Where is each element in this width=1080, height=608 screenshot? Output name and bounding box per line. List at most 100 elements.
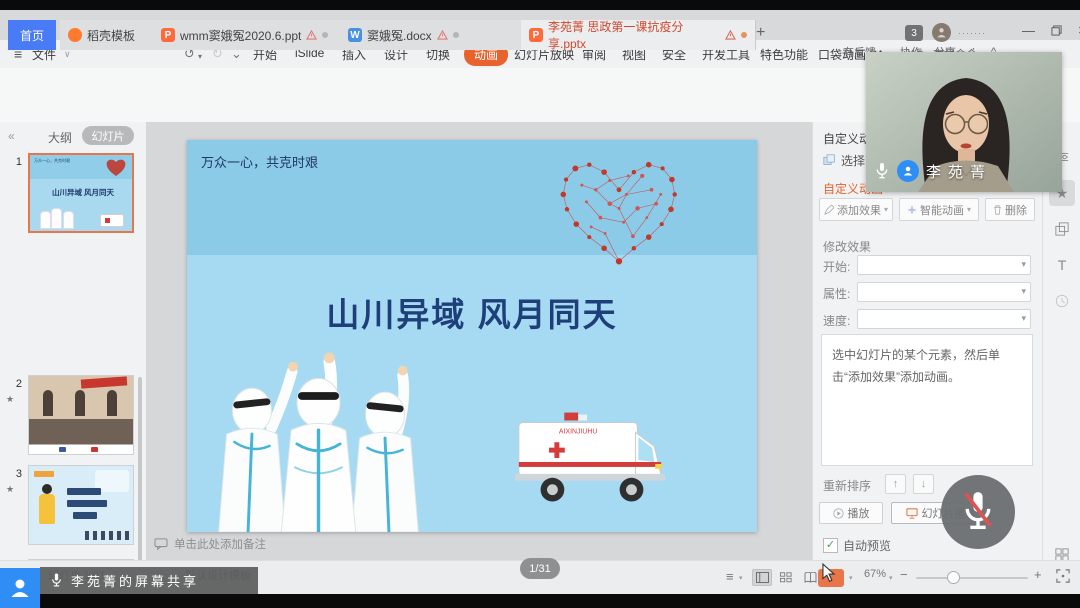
slide-number: 3 (8, 468, 22, 480)
document-count-badge[interactable]: 3 (905, 25, 923, 41)
mic-on-icon (874, 161, 890, 181)
play-dropdown-icon[interactable]: ▾ (849, 574, 853, 582)
dropdown-icon: ▾ (884, 205, 888, 214)
start-dropdown[interactable]: ▾ (857, 255, 1031, 275)
play-icon (833, 508, 844, 519)
file-caret-icon[interactable]: ∨ (64, 49, 71, 60)
modify-effect-label: 修改效果 (823, 238, 871, 255)
slide-thumbnail-3[interactable] (28, 465, 134, 545)
property-dropdown[interactable]: ▾ (857, 282, 1031, 302)
selection-tool[interactable] (1049, 216, 1075, 242)
heart-icon (104, 158, 128, 178)
animation-star-icon: ★ (6, 394, 14, 405)
tab-document-3-active[interactable]: P 李苑菁 思政第一课抗疫分享.pptx (521, 20, 756, 50)
slide-thumbnail-2[interactable] (28, 375, 134, 455)
tab-outline[interactable]: 大纲 (48, 129, 72, 146)
sparkle-icon (907, 205, 917, 215)
tab-document-1[interactable]: P wmm窦娥冤2020.6.ppt (153, 20, 342, 50)
slide-title[interactable]: 山川异域 风月同天 (187, 288, 757, 336)
reading-view-button[interactable] (800, 569, 820, 586)
screen-share-banner[interactable]: 李苑菁的屏幕共享 (40, 567, 258, 594)
play-button[interactable]: 播放 (819, 502, 883, 524)
zoom-dropdown-icon[interactable]: ▾ (889, 574, 893, 582)
tab-document-2[interactable]: W 窦娥冤.docx (340, 20, 523, 50)
participant-webcam[interactable]: 李苑菁 (866, 52, 1062, 192)
person-icon (8, 576, 32, 600)
ppt-file-icon: P (529, 28, 543, 42)
dropdown-icon[interactable]: ▾ (739, 574, 743, 582)
pencil-icon (824, 205, 834, 215)
thumbnail-photo-art (29, 376, 133, 454)
notes-toggle-icon[interactable]: ≡ (726, 569, 734, 584)
new-tab-button[interactable]: + (756, 24, 765, 42)
dropdown-icon: ▾ (967, 205, 971, 214)
network-heart-graphic[interactable] (539, 148, 699, 278)
medical-workers-graphic[interactable] (201, 350, 436, 532)
delete-effect-button[interactable]: 删除 (985, 198, 1035, 221)
sharer-avatar-tile[interactable] (0, 568, 40, 608)
zoom-in-button[interactable]: + (1034, 567, 1042, 582)
add-effect-button[interactable]: 添加效果 ▾ (819, 198, 893, 221)
top-letterbox (0, 0, 1080, 10)
smart-animation-button-pane[interactable]: 智能动画 ▾ (899, 198, 979, 221)
slide-corner-text[interactable]: 万众一心，共克时艰 (201, 152, 318, 171)
checkbox-checked-icon: ✓ (823, 538, 838, 553)
trash-icon (993, 205, 1002, 215)
sorter-view-button[interactable] (776, 569, 796, 586)
mute-microphone-button[interactable] (941, 475, 1015, 549)
history-tool[interactable] (1049, 288, 1075, 314)
ambulance-graphic[interactable]: AIXINJIUHU (505, 402, 673, 520)
dropdown-icon: ▾ (1021, 286, 1026, 297)
warning-icon (725, 30, 736, 40)
zoom-out-button[interactable]: − (900, 567, 908, 582)
normal-view-button[interactable] (752, 569, 772, 586)
animation-star-icon: ★ (6, 484, 14, 495)
speed-label: 速度: (823, 312, 850, 329)
text-tool[interactable]: T (1049, 252, 1075, 278)
slide-canvas[interactable]: 万众一心，共克时艰 山川异域 风月 (187, 140, 757, 532)
slide-thumbnail-1[interactable]: 万众一心，共克时艰 山川异域 风月同天 (28, 153, 134, 233)
editing-canvas[interactable]: 万众一心，共克时艰 山川异域 风月 (146, 122, 812, 560)
fit-screen-icon[interactable] (1056, 569, 1070, 583)
restore-button[interactable] (1051, 25, 1062, 36)
doc-file-icon: W (348, 28, 362, 42)
reorder-down-button[interactable]: ↓ (913, 474, 934, 494)
mouse-cursor (820, 563, 837, 583)
dropdown-icon: ▾ (1021, 259, 1026, 270)
mic-muted-icon (959, 489, 997, 535)
tab-docer-templates[interactable]: 稻壳模板 (60, 20, 161, 50)
tab-close-dot[interactable] (741, 32, 747, 38)
slideshow-icon (906, 508, 918, 519)
warning-icon (306, 30, 317, 40)
zoom-level[interactable]: 67% (864, 568, 886, 580)
tab-home[interactable]: 首页 (8, 20, 56, 50)
account-avatar[interactable] (932, 23, 951, 42)
tab-close-dot[interactable] (322, 32, 328, 38)
zoom-slider-knob[interactable] (947, 571, 960, 584)
slide-thumbnail-panel: « 大纲 幻灯片 1 万众一心，共克时艰 山川异域 风月同天 2 ★ (0, 122, 147, 560)
speed-dropdown[interactable]: ▾ (857, 309, 1031, 329)
warning-icon (437, 30, 448, 40)
reading-view-icon (804, 572, 817, 583)
selection-pane-icon (823, 154, 836, 167)
window-tab-bar: 首页 稻壳模板 P wmm窦娥冤2020.6.ppt W 窦娥冤.docx P … (0, 10, 1080, 40)
dropdown-icon: ▾ (1021, 313, 1026, 324)
thumbnail-slide-art: 万众一心，共克时艰 山川异域 风月同天 (30, 155, 132, 231)
slide-number: 2 (8, 378, 22, 390)
collapse-panel-icon[interactable]: « (8, 129, 15, 143)
screen-share-view: 首页 稻壳模板 P wmm窦娥冤2020.6.ppt W 窦娥冤.docx P … (0, 0, 1080, 608)
undo-dropdown-icon[interactable]: ▾ (198, 50, 202, 63)
notes-bar[interactable]: 单击此处添加备注 (154, 536, 266, 552)
menu-item-features[interactable]: 特色功能 (760, 46, 808, 63)
tab-slides-active[interactable]: 幻灯片 (82, 126, 134, 145)
zoom-slider-track[interactable] (916, 577, 1028, 579)
minimize-button[interactable]: — (1022, 23, 1035, 38)
normal-view-icon (756, 572, 769, 583)
reorder-up-button[interactable]: ↑ (885, 474, 906, 494)
tab-close-dot[interactable] (453, 32, 459, 38)
auto-preview-checkbox[interactable]: ✓ 自动预览 (823, 537, 891, 554)
person-icon (902, 165, 914, 177)
layers-icon (1055, 222, 1069, 236)
reorder-label: 重新排序 (823, 477, 871, 494)
participant-avatar-icon (897, 160, 919, 182)
